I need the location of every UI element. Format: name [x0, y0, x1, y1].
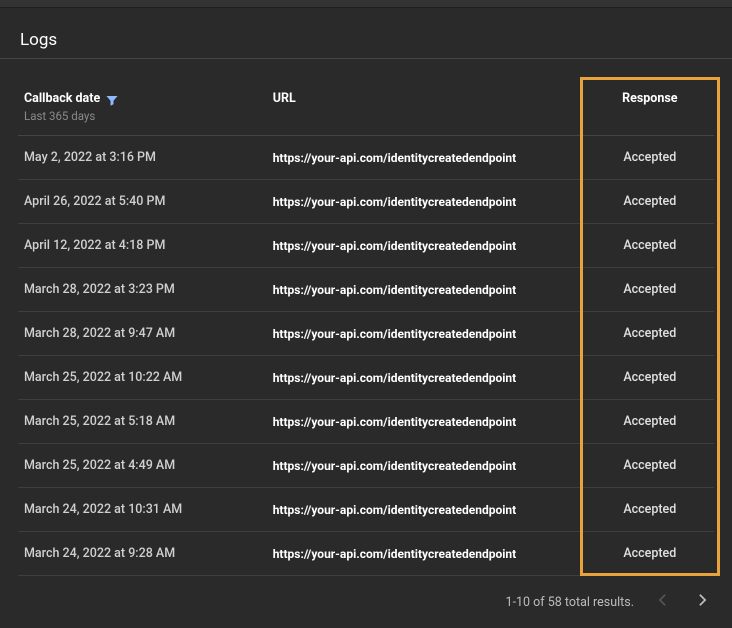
table-row[interactable]: March 24, 2022 at 9:28 AMhttps://your-ap…: [18, 532, 714, 576]
pagination: 1-10 of 58 total results.: [0, 576, 732, 628]
cell-callback-date: March 24, 2022 at 10:31 AM: [18, 488, 267, 532]
cell-response: Accepted: [586, 268, 714, 312]
logs-table-wrap: Callback date Last 365 days URL Response: [18, 77, 714, 576]
table-row[interactable]: April 12, 2022 at 4:18 PMhttps://your-ap…: [18, 224, 714, 268]
cell-callback-date: April 12, 2022 at 4:18 PM: [18, 224, 267, 268]
pagination-summary: 1-10 of 58 total results.: [506, 595, 634, 610]
table-row[interactable]: March 25, 2022 at 5:18 AMhttps://your-ap…: [18, 400, 714, 444]
cell-url: https://your-api.com/identitycreatedendp…: [267, 136, 586, 180]
pagination-next[interactable]: [690, 590, 714, 614]
cell-callback-date: April 26, 2022 at 5:40 PM: [18, 180, 267, 224]
col-header-callback-date[interactable]: Callback date Last 365 days: [18, 77, 267, 136]
cell-response: Accepted: [586, 400, 714, 444]
cell-response: Accepted: [586, 224, 714, 268]
pagination-prev[interactable]: [650, 590, 674, 614]
filter-icon[interactable]: [106, 94, 118, 106]
table-row[interactable]: March 28, 2022 at 3:23 PMhttps://your-ap…: [18, 268, 714, 312]
col-header-url[interactable]: URL: [267, 77, 586, 136]
cell-response: Accepted: [586, 488, 714, 532]
cell-callback-date: March 25, 2022 at 10:22 AM: [18, 356, 267, 400]
cell-url: https://your-api.com/identitycreatedendp…: [267, 400, 586, 444]
cell-callback-date: March 28, 2022 at 3:23 PM: [18, 268, 267, 312]
cell-response: Accepted: [586, 136, 714, 180]
cell-url: https://your-api.com/identitycreatedendp…: [267, 356, 586, 400]
table-row[interactable]: April 26, 2022 at 5:40 PMhttps://your-ap…: [18, 180, 714, 224]
cell-callback-date: March 25, 2022 at 4:49 AM: [18, 444, 267, 488]
cell-response: Accepted: [586, 532, 714, 576]
logs-table: Callback date Last 365 days URL Response: [18, 77, 714, 576]
col-header-callback-date-label: Callback date: [24, 91, 100, 106]
table-row[interactable]: March 24, 2022 at 10:31 AMhttps://your-a…: [18, 488, 714, 532]
cell-url: https://your-api.com/identitycreatedendp…: [267, 180, 586, 224]
cell-url: https://your-api.com/identitycreatedendp…: [267, 312, 586, 356]
table-row[interactable]: March 25, 2022 at 10:22 AMhttps://your-a…: [18, 356, 714, 400]
cell-response: Accepted: [586, 312, 714, 356]
section-title: Logs: [0, 8, 732, 59]
table-row[interactable]: May 2, 2022 at 3:16 PMhttps://your-api.c…: [18, 136, 714, 180]
cell-callback-date: May 2, 2022 at 3:16 PM: [18, 136, 267, 180]
col-header-response[interactable]: Response: [586, 77, 714, 136]
table-row[interactable]: March 28, 2022 at 9:47 AMhttps://your-ap…: [18, 312, 714, 356]
cell-response: Accepted: [586, 180, 714, 224]
cell-url: https://your-api.com/identitycreatedendp…: [267, 224, 586, 268]
chevron-right-icon: [698, 593, 707, 611]
cell-response: Accepted: [586, 444, 714, 488]
col-header-callback-date-sub: Last 365 days: [24, 109, 261, 123]
cell-url: https://your-api.com/identitycreatedendp…: [267, 268, 586, 312]
cell-response: Accepted: [586, 356, 714, 400]
cell-url: https://your-api.com/identitycreatedendp…: [267, 488, 586, 532]
cell-url: https://your-api.com/identitycreatedendp…: [267, 444, 586, 488]
cell-callback-date: March 28, 2022 at 9:47 AM: [18, 312, 267, 356]
table-row[interactable]: March 25, 2022 at 4:49 AMhttps://your-ap…: [18, 444, 714, 488]
cell-callback-date: March 25, 2022 at 5:18 AM: [18, 400, 267, 444]
cell-callback-date: March 24, 2022 at 9:28 AM: [18, 532, 267, 576]
chevron-left-icon: [658, 593, 667, 611]
cell-url: https://your-api.com/identitycreatedendp…: [267, 532, 586, 576]
top-bar: [0, 0, 732, 8]
